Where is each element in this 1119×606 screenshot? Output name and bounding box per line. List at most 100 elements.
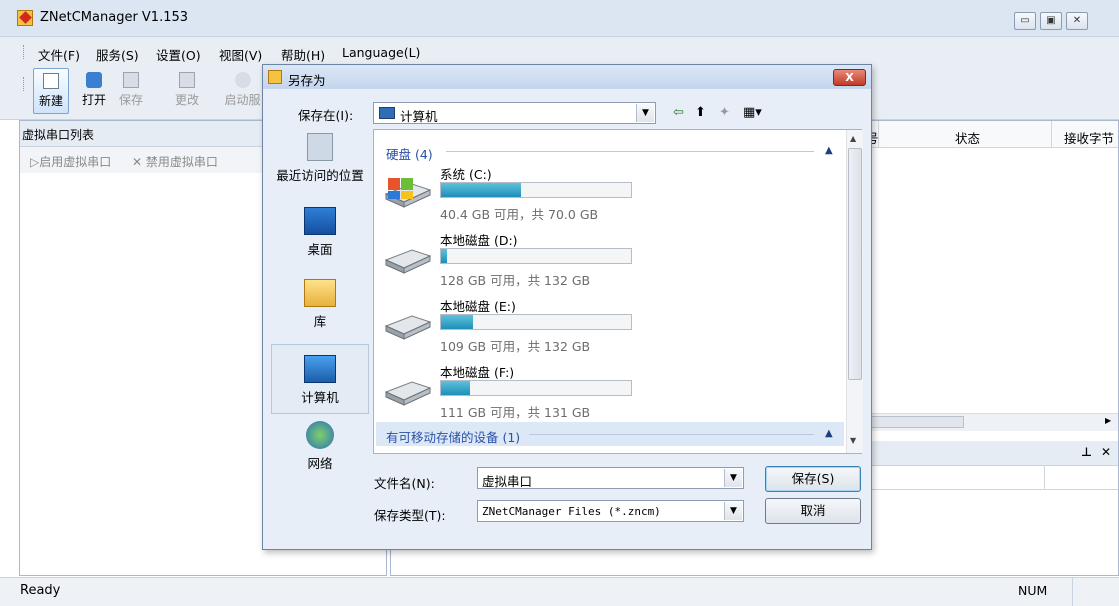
computer-icon [304, 355, 336, 383]
column-separator [1044, 465, 1045, 489]
new-button[interactable]: 新建 [33, 68, 69, 114]
disable-port-button[interactable]: ✕ 禁用虚拟串口 [132, 153, 218, 170]
hard-drive-icon [382, 242, 432, 276]
disable-port-label: 禁用虚拟串口 [145, 155, 218, 169]
lower-table-header [869, 465, 1118, 490]
dialog-title-bar: 另存为 X [263, 65, 871, 89]
drive-free-space: 40.4 GB 可用，共 70.0 GB [440, 207, 599, 222]
close-icon[interactable]: ✕ [1101, 445, 1111, 459]
drive-usage-fill [441, 381, 470, 395]
open-button[interactable]: 打开 [76, 68, 112, 114]
computer-icon [379, 107, 395, 119]
file-list: 硬盘 (4) ▲ 系统 (C:) 40.4 GB 可用，共 70.0 GB 本地磁盘… [373, 129, 863, 454]
drive-name: 本地磁盘 (F:) [440, 365, 515, 380]
drive-usage-fill [441, 315, 474, 329]
x-icon: ✕ [132, 155, 146, 169]
place-desktop[interactable]: 桌面 [271, 207, 369, 258]
chevron-down-icon[interactable]: ▼ [636, 104, 654, 122]
menu-settings[interactable]: 设置(O) [156, 45, 201, 64]
view-menu-icon[interactable]: ▦▾ [743, 105, 762, 120]
status-separator [1072, 578, 1073, 606]
open-folder-icon [86, 72, 102, 88]
menu-language[interactable]: Language(L) [342, 45, 420, 60]
place-computer[interactable]: 计算机 [271, 344, 369, 414]
vertical-scrollbar[interactable]: ▲ ▼ [846, 130, 863, 453]
menu-service[interactable]: 服务(S) [96, 45, 139, 64]
start-label: 启动服 [224, 93, 261, 107]
places-bar: 最近访问的位置 桌面 库 计算机 网络 [271, 129, 369, 471]
filename-input[interactable]: 虚拟串口 ▼ [477, 467, 744, 489]
dialog-cancel-button[interactable]: 取消 [765, 498, 861, 524]
drive-usage-bar [440, 314, 632, 330]
start-icon [234, 72, 251, 88]
scroll-down-icon[interactable]: ▼ [850, 436, 856, 445]
place-label: 最近访问的位置 [276, 168, 364, 183]
dialog-save-button[interactable]: 保存(S) [765, 466, 861, 492]
enable-port-label: 启用虚拟串口 [39, 155, 112, 169]
column-status[interactable]: 状态 [955, 128, 980, 147]
place-label: 库 [313, 314, 327, 329]
group-removable[interactable]: 有可移动存储的设备 (1) [386, 427, 520, 446]
place-label: 网络 [307, 456, 333, 471]
group-divider [529, 434, 814, 435]
place-recent[interactable]: 最近访问的位置 [271, 133, 369, 184]
title-bar: ZNetCManager V1.153 ▭ ▣ ✕ [0, 0, 1119, 37]
horizontal-scrollbar[interactable]: ▶ [869, 413, 1118, 431]
column-separator [1051, 121, 1052, 147]
start-service-button[interactable]: 启动服 [220, 68, 265, 114]
up-folder-icon[interactable]: ⬆ [695, 105, 706, 120]
scroll-thumb[interactable] [869, 416, 964, 428]
pin-icon[interactable]: ⊥ [1081, 445, 1092, 459]
dialog-app-icon [268, 70, 282, 84]
left-panel-title: 虚拟串口列表 [22, 128, 95, 142]
save-in-dropdown[interactable]: 计算机 ▼ [373, 102, 656, 124]
play-icon: ▷ [30, 155, 40, 169]
network-icon [306, 421, 334, 449]
status-bar: Ready NUM [0, 577, 1119, 606]
collapse-icon[interactable]: ▲ [825, 428, 833, 439]
place-network[interactable]: 网络 [271, 421, 369, 472]
close-button[interactable]: ✕ [1066, 12, 1088, 30]
drive-usage-fill [441, 249, 447, 263]
back-icon[interactable]: ⇦ [673, 105, 684, 120]
place-label: 计算机 [301, 390, 339, 405]
scroll-right-icon[interactable]: ▶ [1105, 416, 1111, 425]
recent-places-icon [307, 133, 333, 161]
drive-usage-bar [440, 380, 632, 396]
save-disk-icon [123, 72, 139, 88]
drive-free-space: 111 GB 可用，共 131 GB [440, 405, 591, 420]
chevron-down-icon[interactable]: ▼ [724, 502, 742, 520]
maximize-button[interactable]: ▣ [1040, 12, 1062, 30]
group-hard-disks[interactable]: 硬盘 (4) [386, 144, 433, 163]
collapse-icon[interactable]: ▲ [825, 145, 833, 156]
column-bytes-received[interactable]: 接收字节 [1064, 128, 1114, 147]
new-file-icon [43, 73, 59, 89]
open-label: 打开 [81, 93, 106, 107]
place-label: 桌面 [307, 242, 333, 257]
minimize-button[interactable]: ▭ [1014, 12, 1036, 30]
change-button[interactable]: 更改 [169, 68, 205, 114]
drive-name: 本地磁盘 (E:) [440, 299, 516, 314]
dialog-close-button[interactable]: X [833, 69, 866, 86]
num-lock-indicator: NUM [1018, 583, 1048, 598]
save-in-label: 保存在(I): [298, 108, 354, 123]
new-folder-icon[interactable]: ✦ [719, 105, 730, 120]
chevron-down-icon[interactable]: ▼ [724, 469, 742, 487]
filename-label: 文件名(N): [374, 476, 435, 491]
menu-help[interactable]: 帮助(H) [281, 45, 325, 64]
menu-file[interactable]: 文件(F) [38, 45, 80, 64]
filename-value[interactable]: 虚拟串口 [482, 471, 532, 490]
drive-name: 本地磁盘 (D:) [440, 233, 518, 248]
drive-free-space: 109 GB 可用，共 132 GB [440, 339, 591, 354]
drive-name: 系统 (C:) [440, 167, 492, 182]
scroll-up-icon[interactable]: ▲ [850, 134, 856, 143]
place-libraries[interactable]: 库 [271, 279, 369, 330]
filetype-select[interactable]: ZNetCManager Files (*.zncm) ▼ [477, 500, 744, 522]
scroll-thumb[interactable] [848, 148, 862, 380]
save-button[interactable]: 保存 [113, 68, 149, 114]
enable-port-button[interactable]: ▷启用虚拟串口 [30, 153, 111, 170]
save-as-dialog: 另存为 X 保存在(I): 计算机 ▼ ⇦ ⬆ ✦ ▦▾ 最近访问的位置 桌面 … [262, 64, 872, 550]
menu-view[interactable]: 视图(V) [219, 45, 262, 64]
library-icon [304, 279, 336, 307]
toolbar-grip [23, 77, 26, 91]
